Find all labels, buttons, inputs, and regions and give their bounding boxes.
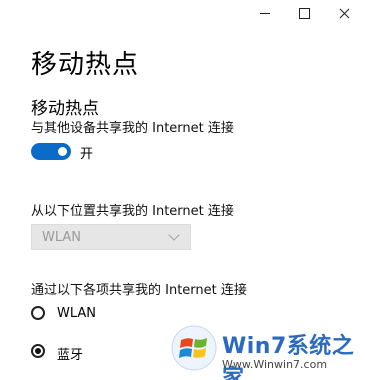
share-from-label: 从以下位置共享我的 Internet 连接 <box>31 204 234 219</box>
close-button[interactable] <box>321 0 365 26</box>
radio-button-wlan[interactable] <box>31 306 45 320</box>
share-from-dropdown[interactable]: WLAN <box>31 224 191 250</box>
toggle-knob <box>58 147 67 156</box>
watermark: Win7系统之家 Www.Winwin7.com <box>164 320 365 380</box>
hotspot-heading: 移动热点 <box>31 99 99 119</box>
windows-logo-icon <box>171 325 217 371</box>
close-icon <box>339 8 350 19</box>
title-bar <box>0 0 365 26</box>
radio-label-wlan: WLAN <box>57 306 97 321</box>
watermark-brand: Win7系统之家 <box>222 334 355 380</box>
maximize-icon <box>298 7 310 19</box>
toggle-state-label: 开 <box>80 147 94 162</box>
share-description: 与其他设备共享我的 Internet 连接 <box>31 121 234 136</box>
watermark-url: Www.Winwin7.com <box>222 358 328 371</box>
hotspot-toggle[interactable] <box>31 143 71 160</box>
radio-label-bluetooth: 蓝牙 <box>57 348 84 363</box>
share-over-label: 通过以下各项共享我的 Internet 连接 <box>31 283 247 298</box>
share-from-selected: WLAN <box>42 230 82 245</box>
chevron-down-icon <box>168 229 180 241</box>
page-title: 移动热点 <box>31 50 140 80</box>
radio-button-bluetooth[interactable] <box>31 344 45 358</box>
minimize-icon <box>260 12 270 14</box>
